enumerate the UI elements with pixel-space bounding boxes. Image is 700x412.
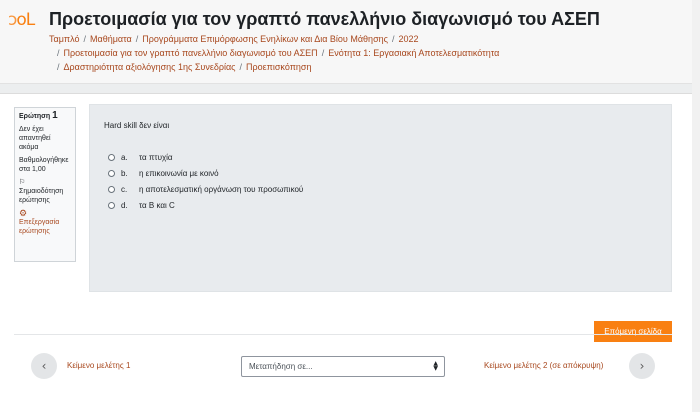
breadcrumb-section[interactable]: Ενότητα 1: Εργασιακή Αποτελεσματικότητα: [328, 48, 499, 58]
chevron-right-icon: ›: [639, 359, 645, 373]
question-text: Hard skill δεν είναι: [104, 121, 170, 130]
flag-icon: ⚐: [19, 179, 26, 186]
select-caret-icon: ▲ ▼: [433, 360, 438, 372]
breadcrumb: Ταμπλό / Μαθήματα / Προγράμματα Επιμόρφωσης …: [49, 34, 500, 72]
answer-option-b[interactable]: b. η επικοινωνία με κοινό: [108, 165, 303, 181]
flag-question[interactable]: ⚐ Σημαιοδότηση ερώτησης: [19, 178, 71, 205]
divider: [14, 334, 672, 335]
jump-to-select[interactable]: Μεταπήδηση σε... ▲ ▼: [241, 356, 445, 377]
prev-activity-link[interactable]: Κείμενο μελέτης 1: [67, 361, 130, 370]
radio-button[interactable]: [108, 185, 115, 193]
site-logo[interactable]: ɔoL: [8, 10, 35, 30]
question-grade: Βαθμολογήθηκε στα 1,00: [19, 157, 69, 173]
breadcrumb-year[interactable]: 2022: [398, 34, 418, 44]
radio-button[interactable]: [108, 169, 115, 177]
next-activity-link[interactable]: Κείμενο μελέτης 2 (σε απόκρυψη): [484, 361, 603, 370]
gear-icon: ⚙: [19, 208, 28, 218]
question-info-panel: Ερώτηση 1 Δεν έχει απαντηθεί ακόμα Βαθμο…: [14, 107, 76, 262]
breadcrumb-courses[interactable]: Μαθήματα: [90, 34, 132, 44]
answer-option-a[interactable]: a. τα πτυχία: [108, 149, 303, 165]
page-title: Προετοιμασία για τον γραπτό πανελλήνιο δ…: [49, 9, 600, 29]
breadcrumb-preview[interactable]: Προεπισκόπηση: [246, 62, 311, 72]
next-page-button[interactable]: Επόμενη σελίδα: [594, 321, 672, 342]
radio-button[interactable]: [108, 201, 115, 209]
breadcrumb-programs[interactable]: Προγράμματα Επιμόρφωσης Ενηλίκων και Δια…: [142, 34, 388, 44]
question-status: Δεν έχει απαντηθεί ακόμα: [19, 126, 51, 151]
breadcrumb-course[interactable]: Προετοιμασία για τον γραπτό πανελλήνιο δ…: [64, 48, 318, 58]
question-box: Hard skill δεν είναι a. τα πτυχία b. η επι…: [89, 104, 672, 292]
page-scrollbar[interactable]: [692, 0, 700, 412]
page-header: ɔoL Προετοιμασία για τον γραπτό πανελλήν…: [0, 0, 700, 84]
answer-option-c[interactable]: c. η αποτελεσματική οργάνωση του προσωπικ…: [108, 181, 303, 197]
question-number: Ερώτηση 1: [19, 110, 58, 121]
radio-button[interactable]: [108, 153, 115, 161]
answer-option-d[interactable]: d. τα Β και C: [108, 197, 303, 213]
breadcrumb-activity[interactable]: Δραστηριότητα αξιολόγησης 1ης Συνεδρίας: [64, 62, 236, 72]
prev-activity-button[interactable]: ‹: [31, 353, 57, 379]
breadcrumb-dashboard[interactable]: Ταμπλό: [49, 34, 79, 44]
chevron-left-icon: ‹: [41, 359, 47, 373]
answer-list: a. τα πτυχία b. η επικοινωνία με κοινό c. η…: [108, 149, 303, 213]
edit-question-link[interactable]: ⚙ Επεξεργασία ερώτησης: [19, 209, 71, 236]
next-activity-button[interactable]: ›: [629, 353, 655, 379]
